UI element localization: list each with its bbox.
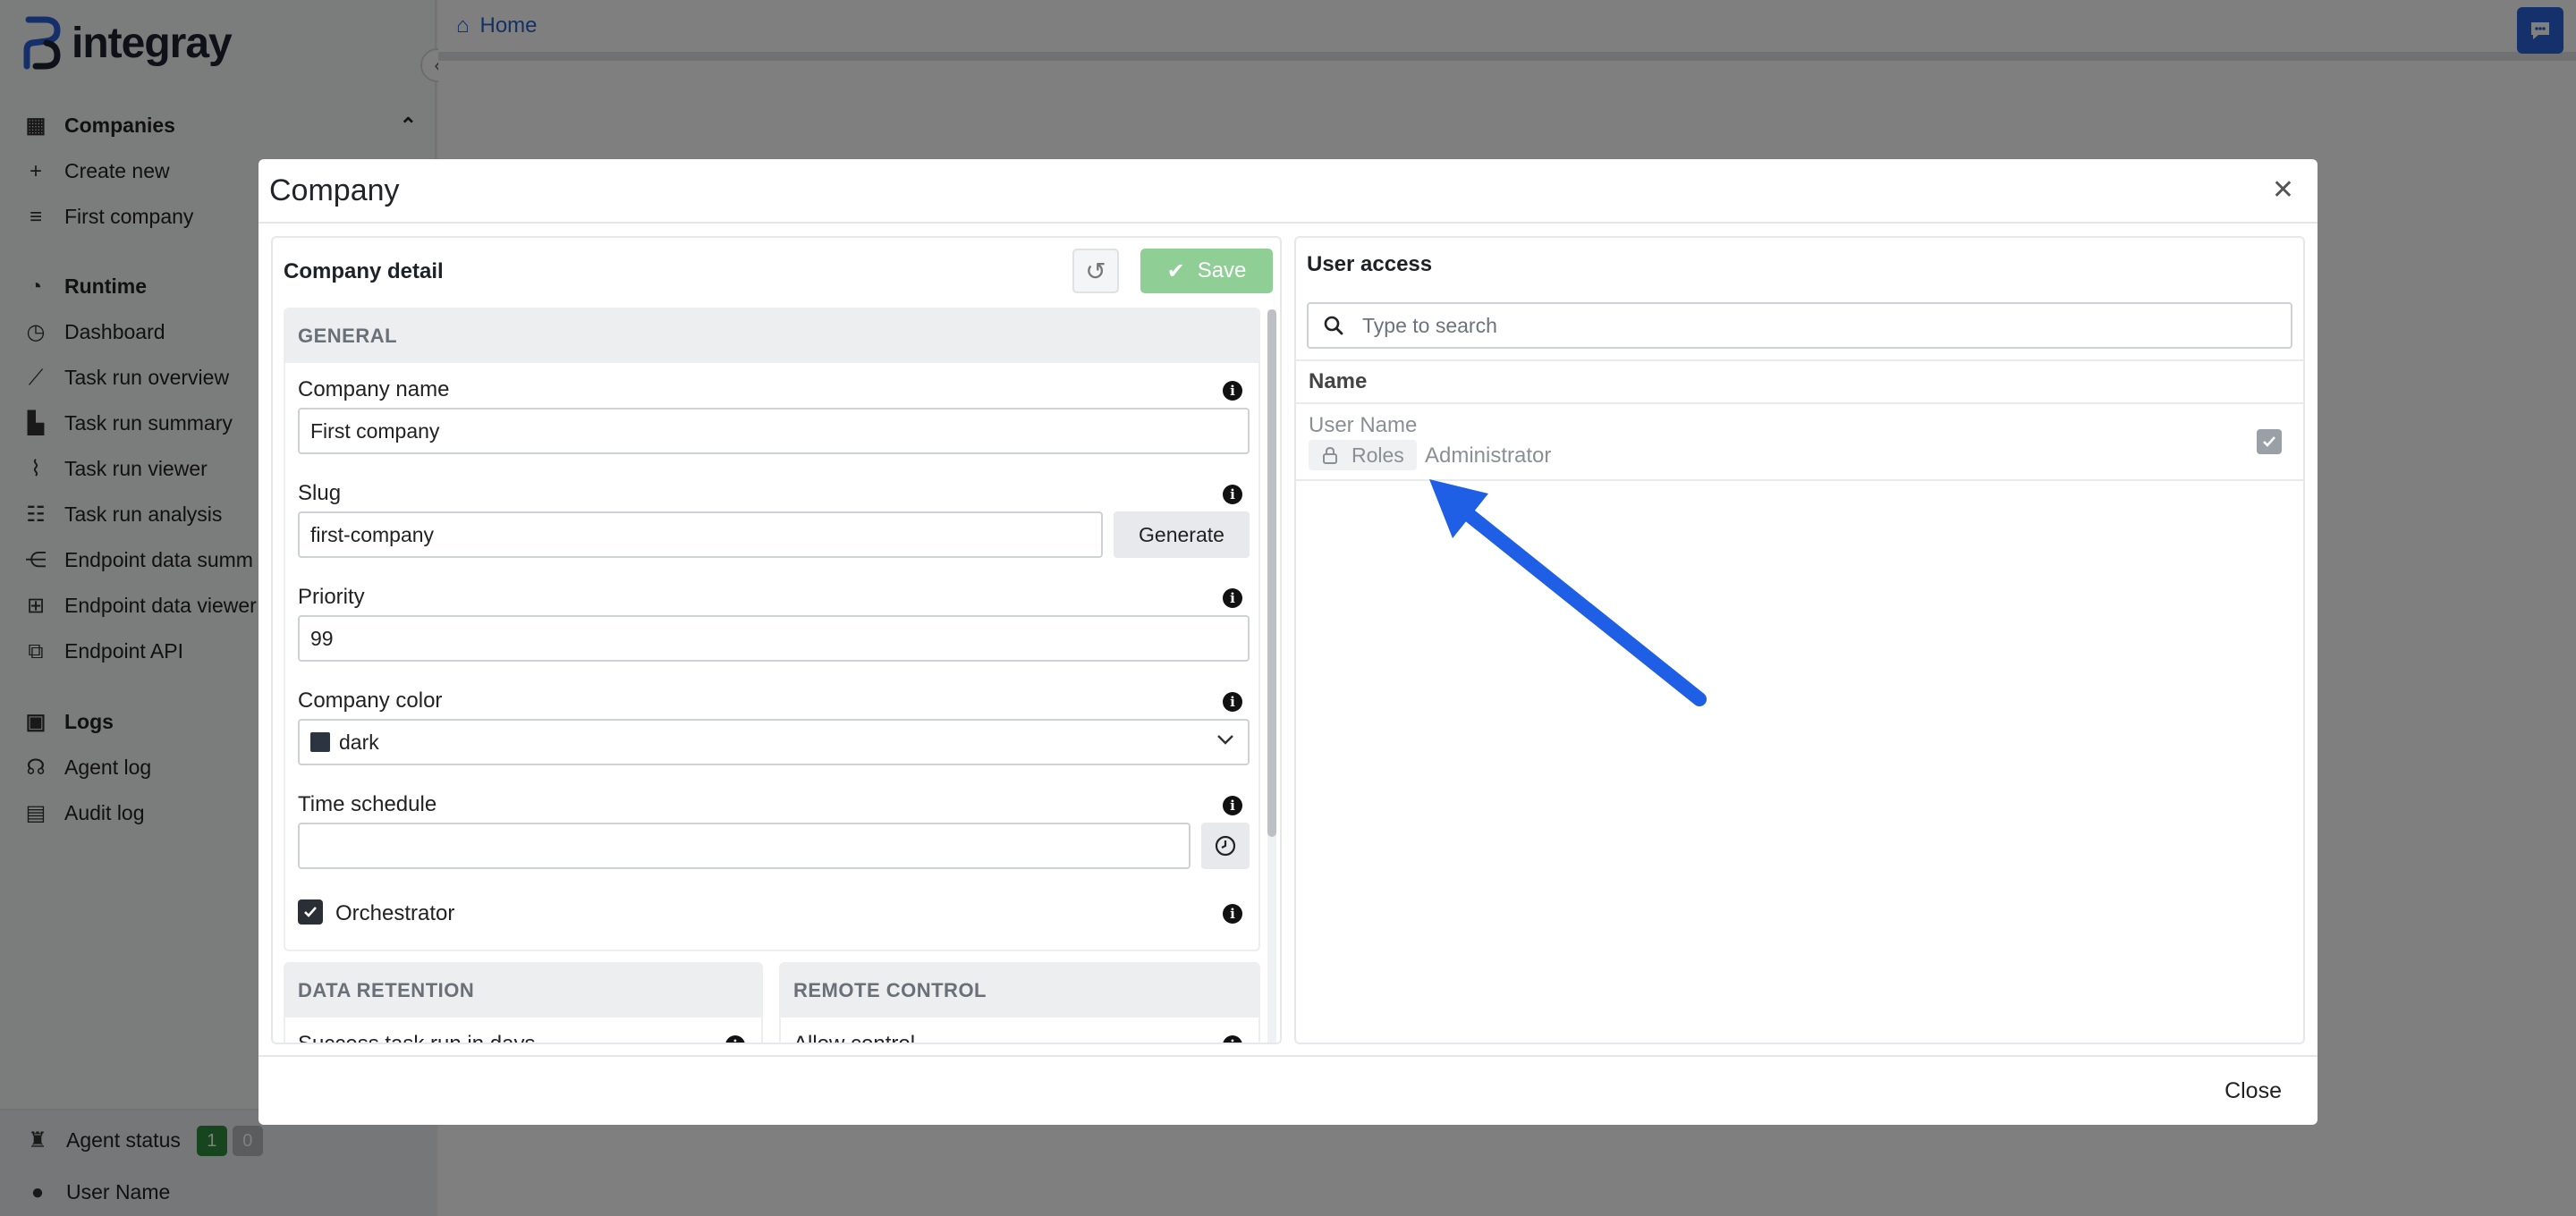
- info-icon[interactable]: i: [1223, 381, 1242, 401]
- orchestrator-label: Orchestrator: [335, 901, 455, 925]
- roles-pill: Roles: [1309, 440, 1417, 470]
- info-icon[interactable]: i: [1223, 485, 1242, 504]
- reset-button[interactable]: ↺: [1072, 249, 1119, 293]
- undo-icon: ↺: [1085, 257, 1106, 285]
- remote-control-group: REMOTE CONTROL Allow control i: [779, 962, 1260, 1044]
- info-icon[interactable]: i: [1223, 796, 1242, 815]
- lock-icon: [1323, 446, 1337, 464]
- time-schedule-input[interactable]: [298, 823, 1191, 869]
- company-color-value: dark: [339, 730, 379, 754]
- save-button-label: Save: [1197, 258, 1247, 283]
- user-access-title: User access: [1307, 252, 1433, 276]
- table-row[interactable]: User Name Roles Administrator: [1296, 404, 2303, 481]
- orchestrator-checkbox[interactable]: [298, 899, 323, 925]
- company-name-input[interactable]: First company: [298, 408, 1250, 454]
- column-header-name[interactable]: Name: [1296, 359, 2303, 404]
- close-button[interactable]: Close: [2224, 1078, 2282, 1104]
- general-heading: GENERAL: [285, 309, 1258, 363]
- user-access-checkbox[interactable]: [2257, 429, 2282, 454]
- info-icon[interactable]: i: [1223, 588, 1242, 608]
- time-schedule-button[interactable]: [1201, 823, 1250, 869]
- generate-button[interactable]: Generate: [1114, 511, 1250, 558]
- clock-icon: [1215, 835, 1236, 857]
- search-icon: [1324, 316, 1343, 335]
- info-icon[interactable]: i: [1223, 1035, 1242, 1043]
- company-detail-panel: Company detail ↺ ✔ Save GENERAL Company …: [271, 236, 1282, 1044]
- chevron-down-icon: [1216, 730, 1235, 755]
- check-icon: [2263, 436, 2275, 447]
- info-icon[interactable]: i: [1223, 692, 1242, 712]
- modal-header: Company: [258, 159, 2318, 224]
- modal-title: Company: [269, 173, 400, 207]
- user-row-name: User Name: [1309, 413, 1418, 437]
- close-icon[interactable]: ✕: [2272, 177, 2294, 204]
- data-retention-group: DATA RETENTION Success task run in days …: [284, 962, 763, 1044]
- allow-control-label: Allow control: [793, 1032, 916, 1044]
- company-color-select[interactable]: dark: [298, 719, 1250, 765]
- info-icon[interactable]: i: [1223, 904, 1242, 924]
- user-access-panel: User access Type to search Name User Nam…: [1294, 236, 2305, 1044]
- general-group: GENERAL Company name i First company Slu…: [284, 308, 1260, 951]
- modal-footer: Close: [258, 1055, 2318, 1125]
- slug-label: Slug: [298, 481, 342, 505]
- user-row-role: Administrator: [1425, 443, 1552, 468]
- search-placeholder: Type to search: [1362, 313, 1497, 337]
- company-modal: Company ✕ Company detail ↺ ✔ Save GENERA…: [258, 159, 2318, 1125]
- company-detail-title: Company detail: [284, 259, 444, 283]
- priority-label: Priority: [298, 585, 365, 609]
- remote-control-heading: REMOTE CONTROL: [781, 964, 1258, 1018]
- company-name-label: Company name: [298, 377, 450, 401]
- slug-input[interactable]: first-company: [298, 511, 1103, 558]
- success-task-run-label: Success task run in days: [298, 1032, 536, 1044]
- info-icon[interactable]: i: [725, 1035, 745, 1043]
- color-swatch: [310, 732, 330, 752]
- scrollbar-thumb[interactable]: [1267, 309, 1276, 837]
- check-icon: [304, 907, 317, 917]
- save-button[interactable]: ✔ Save: [1140, 249, 1273, 293]
- double-check-icon: ✔: [1166, 258, 1185, 283]
- roles-label: Roles: [1352, 443, 1404, 467]
- time-schedule-label: Time schedule: [298, 792, 437, 816]
- user-search-input[interactable]: Type to search: [1307, 302, 2292, 349]
- priority-input[interactable]: 99: [298, 615, 1250, 662]
- data-retention-heading: DATA RETENTION: [285, 964, 761, 1018]
- company-color-label: Company color: [298, 688, 443, 713]
